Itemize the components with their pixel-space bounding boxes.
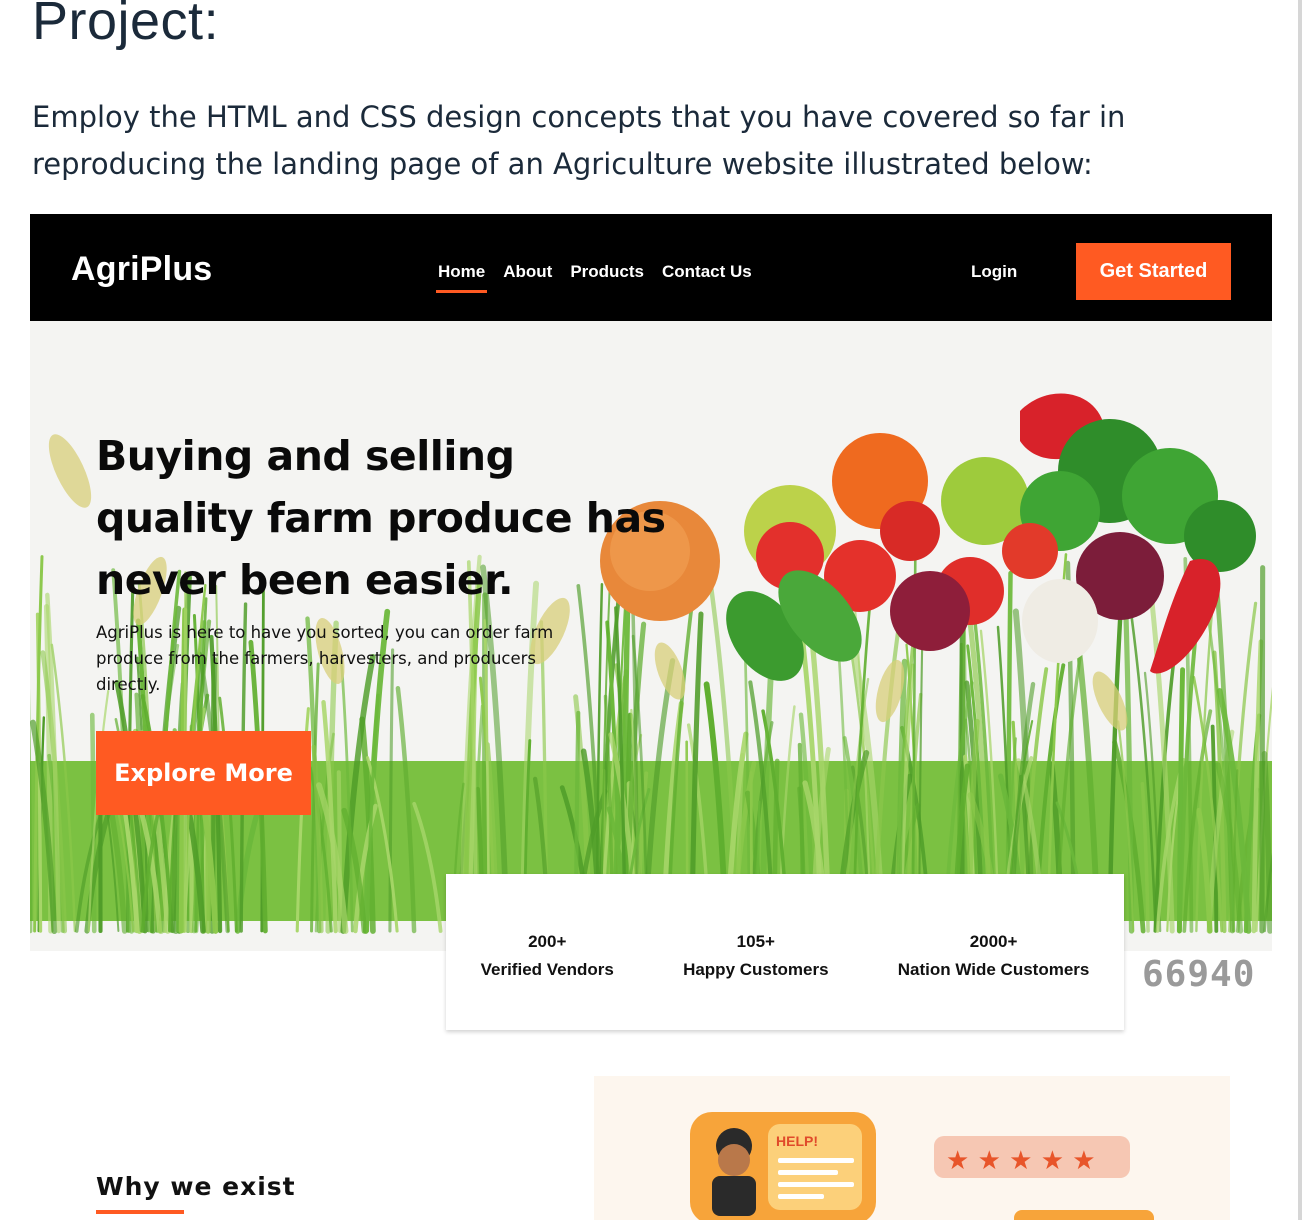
stat-value: 105+ bbox=[736, 932, 775, 951]
navbar: AgriPlus Home About Products Contact Us … bbox=[30, 214, 1272, 321]
explore-more-button[interactable]: Explore More bbox=[96, 731, 311, 815]
stat-happy-customers: 105+ Happy Customers bbox=[683, 928, 828, 984]
stat-nationwide-customers: 2000+ Nation Wide Customers bbox=[898, 928, 1090, 984]
stat-label: Happy Customers bbox=[683, 960, 829, 979]
brand-logo[interactable]: AgriPlus bbox=[71, 250, 212, 289]
document-title: Project: bbox=[32, 0, 220, 51]
nav-link-products[interactable]: Products bbox=[570, 262, 644, 288]
hero-subtext: AgriPlus is here to have you sorted, you… bbox=[96, 623, 554, 694]
hero-headline: Buying and selling quality farm produce … bbox=[96, 432, 666, 604]
stat-label: Nation Wide Customers bbox=[897, 960, 1090, 979]
hero-section: Buying and selling quality farm produce … bbox=[30, 321, 1272, 951]
nav-link-about[interactable]: About bbox=[503, 262, 552, 288]
stats-card: 200+ Verified Vendors 105+ Happy Custome… bbox=[446, 874, 1124, 1030]
page-scrollbar[interactable] bbox=[1298, 0, 1302, 1220]
stat-value: 200+ bbox=[528, 932, 567, 951]
stat-verified-vendors: 200+ Verified Vendors bbox=[481, 928, 614, 984]
document-intro: Employ the HTML and CSS design concepts … bbox=[32, 100, 1126, 181]
why-we-exist-heading: Why we exist bbox=[96, 1172, 296, 1201]
help-label: HELP! bbox=[776, 1133, 818, 1149]
heading-underline bbox=[96, 1210, 184, 1214]
login-link[interactable]: Login bbox=[971, 262, 1017, 282]
image-watermark-number: 66940 bbox=[1142, 954, 1256, 995]
nav-link-contact[interactable]: Contact Us bbox=[662, 262, 752, 288]
support-illustration: HELP! ★ ★ ★ ★ ★ bbox=[594, 1076, 1230, 1220]
nav-links: Home About Products Contact Us bbox=[435, 262, 752, 293]
landing-page-mockup: AgriPlus Home About Products Contact Us … bbox=[30, 214, 1272, 1220]
nav-link-home[interactable]: Home bbox=[435, 262, 488, 293]
stat-value: 2000+ bbox=[969, 932, 1018, 951]
svg-text:★ ★ ★ ★ ★: ★ ★ ★ ★ ★ bbox=[946, 1146, 1096, 1176]
stat-label: Verified Vendors bbox=[480, 960, 614, 979]
rating-stars-icon: ★ ★ ★ ★ ★ bbox=[946, 1146, 1096, 1176]
get-started-button[interactable]: Get Started bbox=[1076, 243, 1231, 300]
